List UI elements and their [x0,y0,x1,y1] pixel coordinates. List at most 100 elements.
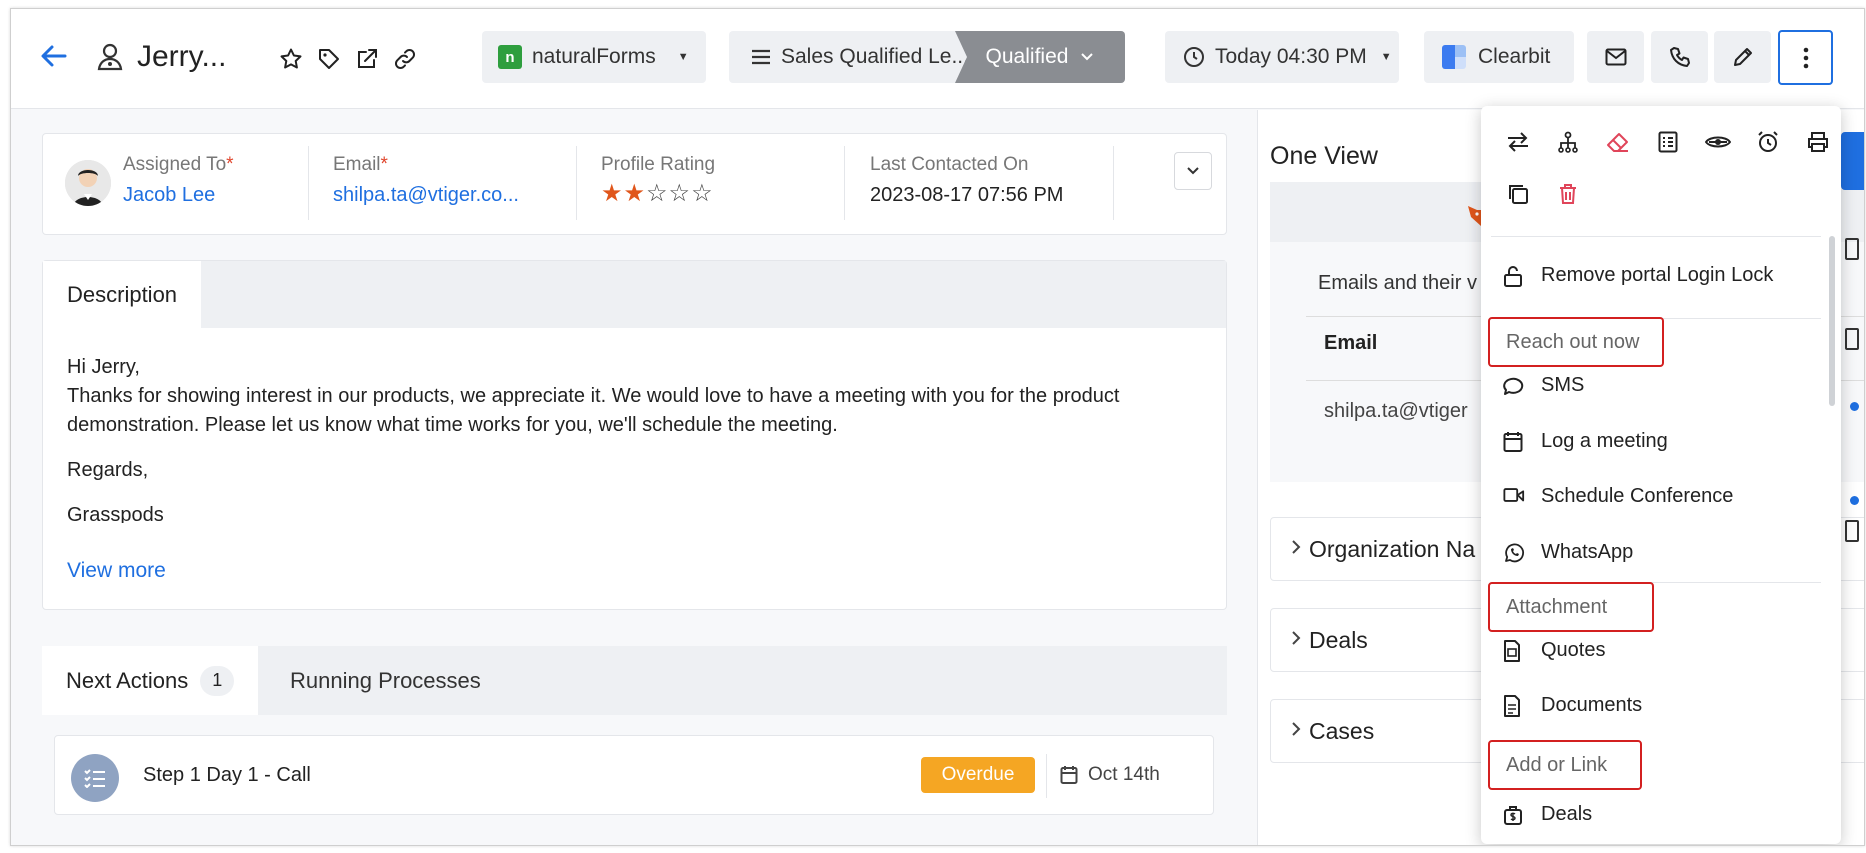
description-line: Regards, [67,459,149,481]
assigned-to-label: Assigned To [123,154,227,175]
star-empty-icon[interactable]: ☆ [669,182,691,206]
record-title: Jerry... [137,40,227,73]
alarm-icon[interactable] [1743,122,1793,162]
list-icon [751,49,771,65]
natural-forms-label: naturalForms [532,45,656,68]
whatsapp-item[interactable]: WhatsApp [1503,541,1633,564]
expand-summary-button[interactable] [1174,152,1212,190]
required-mark: * [226,154,234,175]
pencil-icon [1732,46,1754,68]
clearbit-label: Clearbit [1478,45,1551,68]
header-icon-group [279,47,417,71]
next-actions-card: Next Actions 1 Running Processes Step 1 … [42,646,1227,845]
natural-forms-logo-icon: n [498,45,522,69]
menu-scrollbar[interactable] [1829,236,1835,406]
star-icon[interactable] [279,47,303,71]
divider [576,146,577,220]
calendar-icon [1060,765,1078,785]
sms-label: SMS [1541,374,1585,396]
caret-down-icon: ▼ [1380,51,1392,63]
print-icon[interactable] [1793,122,1841,162]
list-item[interactable]: Step 1 Day 1 - Call Overdue Oct 14th [54,735,1214,815]
back-arrow-icon[interactable] [39,41,69,71]
link-icon[interactable] [393,47,417,71]
assigned-to-value[interactable]: Jacob Lee [123,184,234,207]
last-contacted-field: Last Contacted On 2023-08-17 07:56 PM [870,154,1063,207]
hierarchy-icon[interactable] [1543,122,1593,162]
avatar [65,160,111,206]
stage-status-button[interactable]: Qualified [955,31,1125,83]
sms-item[interactable]: SMS [1503,374,1584,397]
documents-item[interactable]: Documents [1503,694,1642,717]
remove-portal-login-lock-label: Remove portal Login Lock [1541,264,1774,286]
email-row-value: shilpa.ta@vtiger [1324,400,1468,422]
summary-card: Assigned To* Jacob Lee Email* shilpa.ta@… [42,133,1227,235]
description-line: Grasspods [67,504,164,523]
side-panel-toggle[interactable] [1841,132,1864,190]
duplicate-icon[interactable] [1493,174,1543,214]
quotes-item[interactable]: Quotes [1503,639,1605,662]
task-list-icon [71,754,119,802]
edit-button[interactable] [1714,31,1771,83]
external-link-icon[interactable] [355,47,379,71]
more-actions-button[interactable] [1778,30,1833,85]
last-contacted-value: 2023-08-17 07:56 PM [870,184,1064,206]
deals-item[interactable]: Deals [1503,803,1592,826]
attachment-section-header: Attachment [1488,582,1654,632]
eye-slash-icon[interactable] [1693,122,1743,162]
email-button[interactable] [1587,31,1644,83]
schedule-conference-item[interactable]: Schedule Conference [1503,485,1733,508]
checklist-icon[interactable] [1643,122,1693,162]
caret-down-icon: ▼ [677,51,689,63]
side-widget-icon[interactable] [1845,328,1859,350]
assigned-to-field: Assigned To* Jacob Lee [123,154,234,207]
quotes-label: Quotes [1541,639,1606,661]
star-empty-icon[interactable]: ☆ [691,182,713,206]
tab-next-actions[interactable]: Next Actions 1 [42,646,259,715]
view-more-link[interactable]: View more [67,559,166,583]
star-empty-icon[interactable]: ☆ [646,182,668,206]
tag-icon[interactable] [317,47,341,71]
one-view-title: One View [1270,142,1378,170]
natural-forms-button[interactable]: n naturalForms ▼ [482,31,706,83]
deals-label: Deals [1541,803,1593,825]
clearbit-button[interactable]: Clearbit [1424,31,1574,83]
star-filled-icon[interactable]: ★ [624,182,646,206]
description-card: Description Hi Jerry, Thanks for showing… [42,260,1227,610]
documents-label: Documents [1541,694,1643,716]
divider [844,146,845,220]
stage-selector[interactable]: Sales Qualified Le... Qualified [729,31,1125,83]
tab-description[interactable]: Description [43,261,202,328]
chevron-right-icon [1291,630,1301,651]
side-widget-icon[interactable] [1845,238,1859,260]
email-field: Email* shilpa.ta@vtiger.co... [333,154,519,207]
whatsapp-icon [1503,542,1525,564]
follow-up-date-button[interactable]: Today 04:30 PM ▼ [1165,31,1399,83]
email-value[interactable]: shilpa.ta@vtiger.co... [333,184,519,207]
profile-rating-label: Profile Rating [601,154,716,175]
description-text: Hi Jerry, Thanks for showing interest in… [67,353,1166,523]
profile-rating-field: Profile Rating ★ ★ ☆ ☆ ☆ [601,154,715,206]
side-widget-icon[interactable] [1845,520,1859,542]
eraser-icon[interactable] [1593,122,1643,162]
log-meeting-item[interactable]: Log a meeting [1503,430,1668,453]
notification-dot [1850,402,1859,411]
star-filled-icon[interactable]: ★ [601,182,623,206]
unlock-icon [1503,265,1525,287]
remove-portal-login-lock-item[interactable]: Remove portal Login Lock [1503,264,1773,287]
notification-dot [1850,496,1859,505]
transfer-icon[interactable] [1493,122,1543,162]
tab-running-processes[interactable]: Running Processes [290,646,481,715]
profile-rating-stars[interactable]: ★ ★ ☆ ☆ ☆ [601,182,715,206]
delete-icon[interactable] [1543,174,1593,214]
chevron-right-icon [1291,721,1301,742]
call-button[interactable] [1651,31,1708,83]
chevron-right-icon [1291,539,1301,560]
calendar-icon [1503,431,1525,453]
section-cases-label: Cases [1309,717,1375,744]
actions-tabbar: Next Actions 1 Running Processes [42,646,1227,715]
status-badge: Overdue [921,757,1035,793]
quote-document-icon [1503,639,1525,662]
app-window: Jerry... n naturalForms ▼ Sales Qualifie… [10,8,1865,846]
next-actions-count-badge: 1 [200,665,235,696]
